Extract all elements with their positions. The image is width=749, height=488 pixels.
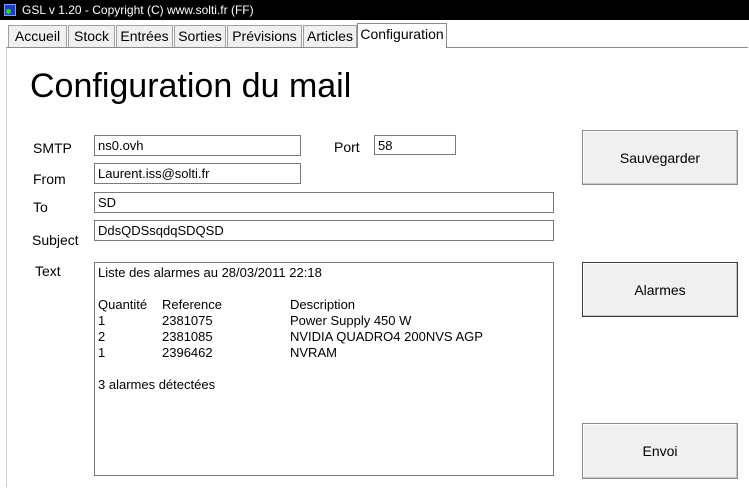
to-label: To — [33, 199, 48, 215]
alarm-reference: 2381075 — [162, 313, 213, 328]
tab-entrees[interactable]: Entrées — [116, 25, 173, 47]
tab-bar: Accueil Stock Entrées Sorties Prévisions… — [6, 23, 746, 48]
window-titlebar: GSL v 1.20 - Copyright (C) www.solti.fr … — [0, 0, 749, 20]
subject-label: Subject — [32, 232, 79, 248]
tab-stock[interactable]: Stock — [68, 25, 115, 47]
alarm-description: Power Supply 450 W — [290, 313, 412, 328]
header-description: Description — [290, 297, 356, 312]
tab-sorties[interactable]: Sorties — [174, 25, 226, 47]
header-reference: Reference — [162, 297, 222, 312]
alarms-button[interactable]: Alarmes — [582, 262, 738, 317]
smtp-input[interactable]: ns0.ovh — [94, 135, 301, 156]
alarm-reference: 2396462 — [162, 345, 213, 360]
alarm-row: 1 2381075 Power Supply 450 W — [98, 313, 550, 329]
tab-articles[interactable]: Articles — [303, 25, 357, 47]
subject-input[interactable]: DdsQDSsqdqSDQSD — [94, 220, 554, 241]
save-button[interactable]: Sauvegarder — [582, 130, 738, 185]
message-summary: 3 alarmes détectées — [98, 377, 216, 392]
alarm-description: NVIDIA QUADRO4 200NVS AGP — [290, 329, 483, 344]
header-quantity: Quantité — [98, 297, 148, 312]
tab-accueil[interactable]: Accueil — [8, 25, 67, 47]
alarm-row: 2 2381085 NVIDIA QUADRO4 200NVS AGP — [98, 329, 550, 345]
port-input[interactable]: 58 — [374, 135, 456, 155]
alarm-description: NVRAM — [290, 345, 337, 360]
text-label: Text — [35, 263, 61, 279]
alarm-quantity: 2 — [98, 329, 106, 344]
from-label: From — [33, 171, 66, 187]
send-button[interactable]: Envoi — [582, 423, 738, 479]
port-label: Port — [334, 139, 360, 155]
message-header-row: Quantité Reference Description — [98, 297, 550, 313]
alarm-quantity: 1 — [98, 313, 106, 328]
window-title: GSL v 1.20 - Copyright (C) www.solti.fr … — [22, 3, 254, 17]
smtp-label: SMTP — [33, 140, 72, 156]
from-input[interactable]: Laurent.iss@solti.fr — [94, 163, 301, 184]
alarm-reference: 2381085 — [162, 329, 213, 344]
tab-configuration[interactable]: Configuration — [357, 23, 447, 48]
page-title: Configuration du mail — [30, 67, 352, 105]
message-intro: Liste des alarmes au 28/03/2011 22:18 — [98, 265, 322, 280]
app-icon — [4, 4, 16, 16]
message-textarea[interactable]: Liste des alarmes au 28/03/2011 22:18 Qu… — [94, 262, 554, 476]
tab-previsions[interactable]: Prévisions — [227, 25, 302, 47]
alarm-row: 1 2396462 NVRAM — [98, 345, 550, 361]
to-input[interactable]: SD — [94, 192, 554, 213]
alarm-quantity: 1 — [98, 345, 106, 360]
